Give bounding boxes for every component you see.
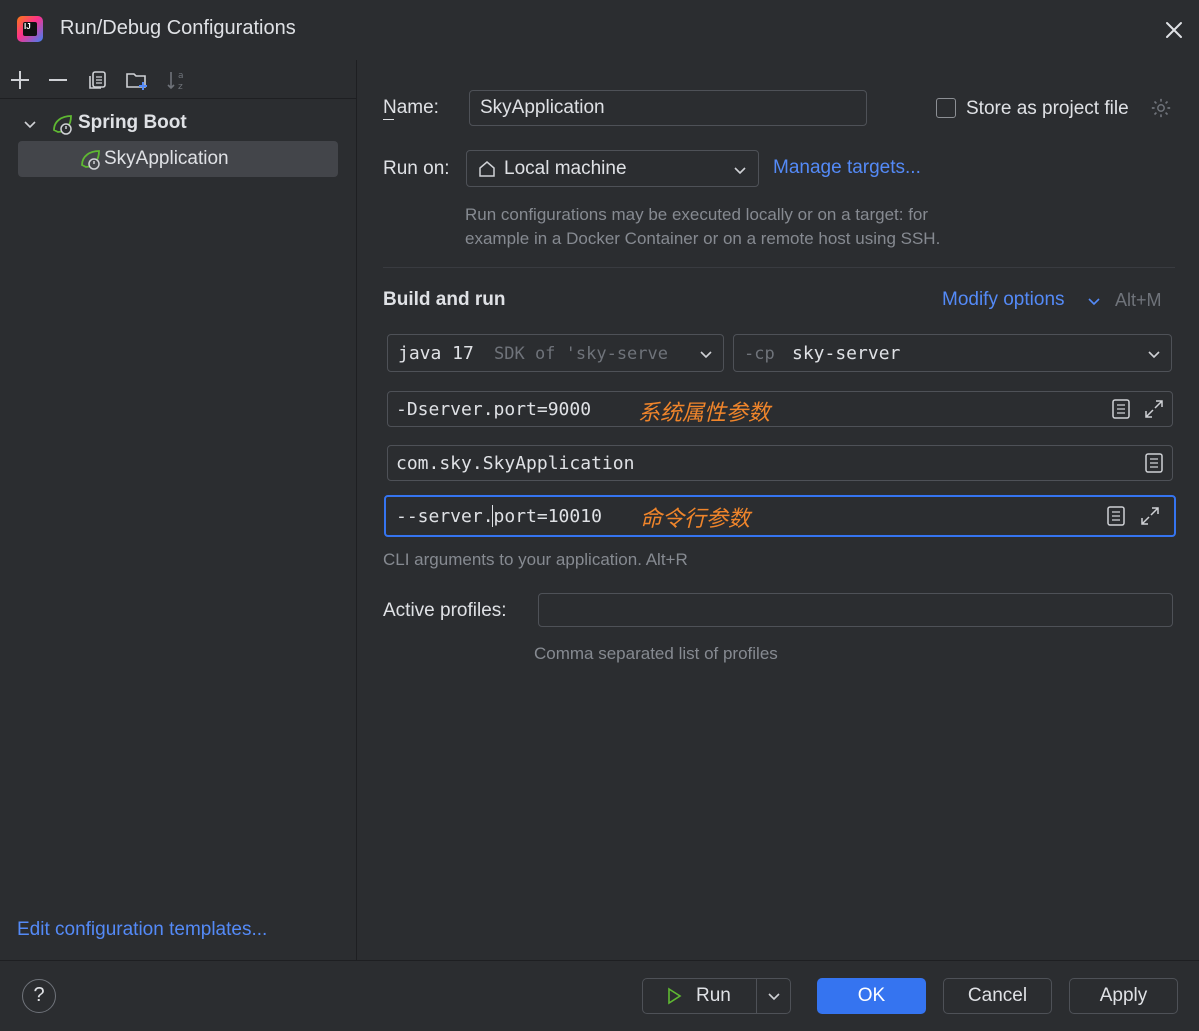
document-icon[interactable] bbox=[1105, 505, 1127, 527]
run-on-label: Run on: bbox=[383, 158, 450, 179]
name-field[interactable]: SkyApplication bbox=[469, 90, 867, 126]
vm-options-annotation: 系统属性参数 bbox=[638, 401, 771, 426]
edit-configuration-templates-link[interactable]: Edit configuration templates... bbox=[17, 919, 267, 941]
document-icon[interactable] bbox=[1110, 398, 1132, 420]
manage-targets-link[interactable]: Manage targets... bbox=[773, 157, 921, 179]
split-divider bbox=[756, 979, 757, 1013]
window-title: Run/Debug Configurations bbox=[60, 17, 296, 39]
store-as-project-checkbox[interactable] bbox=[936, 98, 956, 118]
modify-options-shortcut: Alt+M bbox=[1115, 290, 1162, 310]
active-profiles-hint: Comma separated list of profiles bbox=[534, 644, 778, 663]
ok-button[interactable]: OK bbox=[817, 978, 926, 1014]
section-title: Build and run bbox=[383, 289, 506, 310]
apply-button[interactable]: Apply bbox=[1069, 978, 1178, 1014]
chevron-down-icon bbox=[700, 351, 712, 359]
program-arguments-value: --server.port=10010 bbox=[396, 506, 602, 527]
store-as-project-label: Store as project file bbox=[966, 98, 1129, 119]
program-arguments-field[interactable]: --server.port=10010 命令行参数 bbox=[384, 495, 1176, 537]
gear-icon[interactable] bbox=[1150, 97, 1172, 119]
run-button-label: Run bbox=[696, 985, 731, 1006]
tree-item-skyapplication[interactable]: SkyApplication bbox=[18, 141, 338, 177]
spring-boot-icon bbox=[81, 150, 100, 170]
remove-icon[interactable] bbox=[46, 68, 70, 92]
run-button[interactable]: Run bbox=[643, 979, 756, 1013]
expand-icon[interactable] bbox=[1138, 504, 1162, 528]
document-icon[interactable] bbox=[1143, 452, 1165, 474]
main-class-value: com.sky.SkyApplication bbox=[396, 453, 635, 474]
add-icon[interactable] bbox=[8, 68, 32, 92]
main-class-field[interactable]: com.sky.SkyApplication bbox=[387, 445, 1173, 481]
close-icon[interactable] bbox=[1160, 16, 1188, 44]
active-profiles-label: Active profiles: bbox=[383, 600, 507, 621]
text-cursor bbox=[492, 505, 493, 527]
expand-icon[interactable] bbox=[1142, 397, 1166, 421]
sort-icon[interactable]: a z bbox=[165, 68, 189, 92]
chevron-down-icon[interactable] bbox=[1086, 293, 1102, 309]
svg-text:z: z bbox=[178, 82, 183, 92]
chevron-down-icon bbox=[1148, 351, 1160, 359]
configurations-toolbar: a z bbox=[0, 62, 356, 99]
chevron-down-icon[interactable] bbox=[766, 988, 782, 1004]
svg-text:a: a bbox=[178, 71, 184, 81]
vm-options-field[interactable]: -Dserver.port=9000 系统属性参数 bbox=[387, 391, 1173, 427]
modify-options-link[interactable]: Modify options bbox=[942, 289, 1065, 311]
name-label: Name: bbox=[383, 97, 439, 118]
tree-item-label: SkyApplication bbox=[104, 148, 229, 169]
mnemonic-underline bbox=[383, 119, 394, 120]
chevron-down-icon bbox=[734, 167, 746, 175]
vm-options-value: -Dserver.port=9000 bbox=[396, 399, 592, 420]
run-split-button: Run bbox=[642, 978, 791, 1014]
home-icon bbox=[479, 161, 495, 177]
run-on-dropdown[interactable]: Local machine bbox=[466, 150, 759, 187]
copy-icon[interactable] bbox=[86, 68, 110, 92]
play-icon bbox=[668, 987, 682, 1005]
chevron-down-icon[interactable] bbox=[22, 116, 38, 132]
classpath-value: sky-server bbox=[792, 343, 901, 364]
intellij-logo-icon: IJ bbox=[17, 16, 43, 42]
run-on-hint-line1: Run configurations may be executed local… bbox=[465, 205, 929, 224]
configurations-panel bbox=[0, 60, 357, 960]
classpath-prefix: -cp bbox=[744, 344, 775, 364]
new-folder-icon[interactable] bbox=[125, 68, 149, 92]
active-profiles-field[interactable] bbox=[538, 593, 1173, 627]
name-field-value: SkyApplication bbox=[480, 97, 605, 118]
jdk-dropdown[interactable]: java 17 SDK of 'sky-serve bbox=[387, 334, 724, 372]
run-on-value: Local machine bbox=[504, 158, 627, 179]
jdk-value: java 17 bbox=[398, 343, 474, 364]
tree-group-label: Spring Boot bbox=[78, 112, 187, 133]
program-arguments-annotation: 命令行参数 bbox=[640, 507, 751, 532]
program-arguments-hint: CLI arguments to your application. Alt+R bbox=[383, 550, 688, 569]
cancel-button[interactable]: Cancel bbox=[943, 978, 1052, 1014]
separator bbox=[383, 267, 1175, 268]
spring-boot-icon bbox=[53, 115, 72, 135]
jdk-hint: SDK of 'sky-serve bbox=[494, 344, 668, 364]
tree-group-spring-boot[interactable]: Spring Boot bbox=[18, 108, 338, 140]
classpath-dropdown[interactable]: -cp sky-server bbox=[733, 334, 1172, 372]
run-on-hint-line2: example in a Docker Container or on a re… bbox=[465, 229, 941, 248]
help-button[interactable]: ? bbox=[22, 979, 56, 1013]
